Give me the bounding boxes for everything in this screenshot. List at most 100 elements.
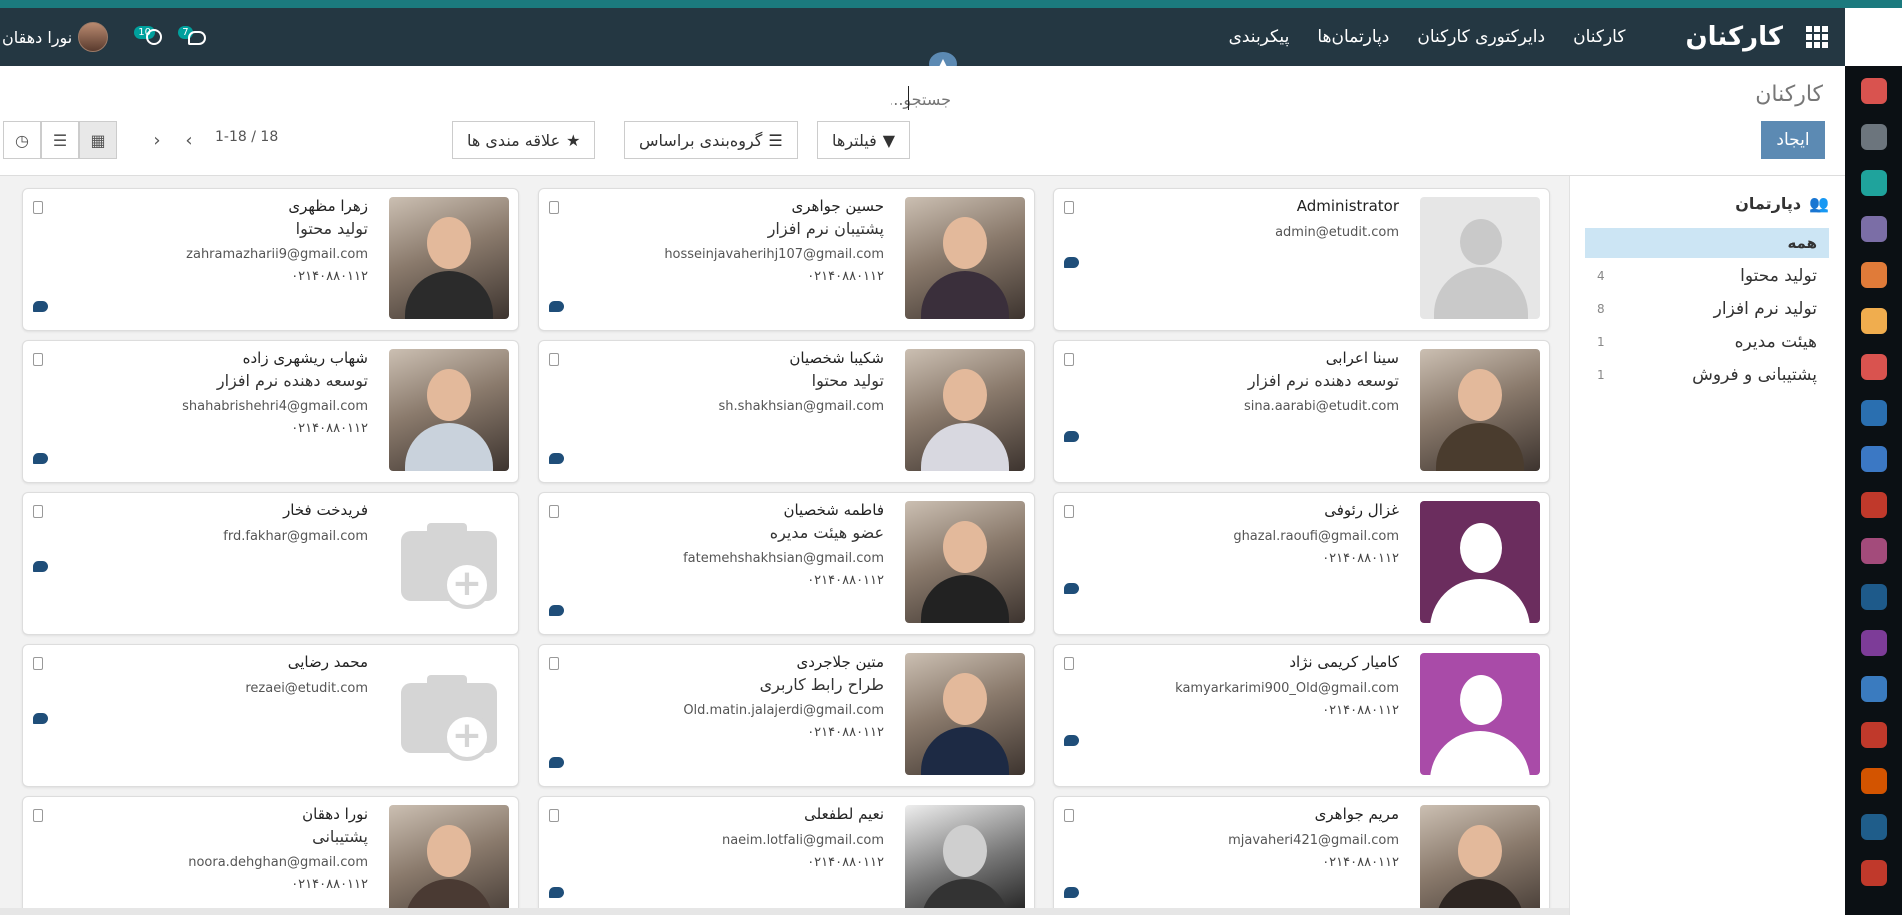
chat-icon[interactable] xyxy=(33,453,48,464)
groupby-button[interactable]: ☰ گروه‌بندی براساس xyxy=(624,121,798,159)
employee-card[interactable]: نورا دهقان پشتیبانی noora.dehghan@gmail.… xyxy=(22,796,519,915)
employee-card[interactable]: فاطمه شخصیان عضو هیئت مدیره fatemehshakh… xyxy=(538,492,1035,635)
menu-employee-directory[interactable]: دایرکتوری کارکنان xyxy=(1417,27,1545,47)
employee-card[interactable]: شکیبا شخصیان تولید محتوا sh.shakhsian@gm… xyxy=(538,340,1035,483)
menu-departments[interactable]: دپارتمان‌ها xyxy=(1317,27,1389,47)
clock-icon: ◷ xyxy=(15,130,29,150)
filters-button[interactable]: ▼ فیلترها xyxy=(817,121,911,159)
calendar-app-icon[interactable] xyxy=(1861,354,1887,380)
employee-card[interactable]: + فریدخت فخار frd.fakhar@gmail.com xyxy=(22,492,519,635)
sales-app-icon[interactable] xyxy=(1861,262,1887,288)
department-item-support-sales[interactable]: پشتیبانی و فروش 1 xyxy=(1585,360,1829,390)
website-app-icon[interactable] xyxy=(1861,308,1887,334)
follow-icon[interactable] xyxy=(549,353,559,366)
department-item-board[interactable]: هیئت مدیره 1 xyxy=(1585,327,1829,357)
menu-employees[interactable]: کارکنان xyxy=(1573,27,1625,47)
activities-menu[interactable]: 10 xyxy=(134,26,163,48)
search-input[interactable] xyxy=(891,84,951,114)
pager[interactable]: 1-18 / 18 xyxy=(215,129,278,145)
crm-app-icon[interactable] xyxy=(1861,216,1887,242)
follow-icon[interactable] xyxy=(1064,505,1074,518)
filters-label: فیلترها xyxy=(832,130,877,150)
employee-card[interactable]: حسین جواهری پشتیبان نرم افزار hosseinjav… xyxy=(538,188,1035,331)
employee-card[interactable]: کامیار کریمی نژاد kamyarkarimi900_Old@gm… xyxy=(1053,644,1550,787)
follow-icon[interactable] xyxy=(549,657,559,670)
chat-icon[interactable] xyxy=(33,561,48,572)
department-item-all[interactable]: همه xyxy=(1585,228,1829,258)
invoicing-app-icon[interactable] xyxy=(1861,768,1887,794)
horizontal-scrollbar[interactable] xyxy=(0,908,1569,915)
follow-icon[interactable] xyxy=(1064,353,1074,366)
pager-previous-button[interactable]: ‹ xyxy=(144,124,170,156)
department-item-content[interactable]: تولید محتوا 4 xyxy=(1585,261,1829,291)
follow-icon[interactable] xyxy=(1064,657,1074,670)
follow-icon[interactable] xyxy=(1064,809,1074,822)
employee-card[interactable]: غزال رئوفی ghazal.raoufi@gmail.com ۰۲۱۴۰… xyxy=(1053,492,1550,635)
pager-range[interactable]: 1-18 xyxy=(215,129,247,145)
employee-job: توسعه دهنده نرم افزار xyxy=(216,371,368,390)
messaging-menu[interactable]: 7 xyxy=(178,26,207,48)
helpdesk-app-icon[interactable] xyxy=(1861,492,1887,518)
chat-icon[interactable] xyxy=(1064,735,1079,746)
documents-app-icon[interactable] xyxy=(1861,446,1887,472)
notes-app-icon[interactable] xyxy=(1861,124,1887,150)
employee-card[interactable]: + محمد رضایی rezaei@etudit.com xyxy=(22,644,519,787)
employee-card[interactable]: Administrator admin@etudit.com xyxy=(1053,188,1550,331)
chat-icon[interactable] xyxy=(33,713,48,724)
avatar[interactable] xyxy=(78,22,109,52)
app-brand[interactable]: کارکنان xyxy=(1685,22,1783,52)
employee-phone: ۰۲۱۴۰۸۸۰۱۱۲ xyxy=(1322,855,1399,870)
department-count: 4 xyxy=(1597,269,1605,283)
follow-icon[interactable] xyxy=(1064,201,1074,214)
activity-view-button[interactable]: ◷ xyxy=(3,121,41,159)
browser-app-icon[interactable] xyxy=(1861,400,1887,426)
employee-card[interactable]: سینا اعرابی توسعه دهنده نرم افزار sina.a… xyxy=(1053,340,1550,483)
list-view-button[interactable]: ☰ xyxy=(41,121,79,159)
inventory-app-icon[interactable] xyxy=(1861,722,1887,748)
employee-email: naeim.lotfali@gmail.com xyxy=(721,833,884,848)
employee-card[interactable]: زهرا مظهری تولید محتوا zahramazharii9@gm… xyxy=(22,188,519,331)
apps-menu-icon[interactable] xyxy=(1789,8,1845,66)
follow-icon[interactable] xyxy=(549,809,559,822)
chat-icon[interactable] xyxy=(549,301,564,312)
timer-app-icon[interactable] xyxy=(1861,860,1887,886)
favorites-button[interactable]: ★ علاقه مندی ها xyxy=(452,121,596,159)
avatar xyxy=(905,501,1025,623)
apps-puzzle-icon[interactable] xyxy=(1861,814,1887,840)
follow-icon[interactable] xyxy=(33,201,43,214)
chat-icon[interactable] xyxy=(1064,583,1079,594)
survey-app-icon[interactable] xyxy=(1861,538,1887,564)
chat-icon[interactable] xyxy=(1064,257,1079,268)
chat-icon[interactable] xyxy=(1064,431,1079,442)
discuss-app-icon[interactable] xyxy=(1861,78,1887,104)
chat-icon[interactable] xyxy=(549,605,564,616)
employee-card[interactable]: نعیم لطفعلی naeim.lotfali@gmail.com ۰۲۱۴… xyxy=(538,796,1035,915)
employee-card[interactable]: مریم جواهری mjavaheri421@gmail.com ۰۲۱۴۰… xyxy=(1053,796,1550,915)
follow-icon[interactable] xyxy=(33,657,43,670)
employee-name: شهاب ریشهری زاده xyxy=(242,349,368,367)
employee-card[interactable]: شهاب ریشهری زاده توسعه دهنده نرم افزار s… xyxy=(22,340,519,483)
chat-icon[interactable] xyxy=(1064,887,1079,898)
employee-card[interactable]: متین جلاجردی طراح رابط کاربری Old.matin.… xyxy=(538,644,1035,787)
department-item-software[interactable]: تولید نرم افزار 8 xyxy=(1585,294,1829,324)
follow-icon[interactable] xyxy=(549,505,559,518)
follow-icon[interactable] xyxy=(33,353,43,366)
chat-icon[interactable] xyxy=(549,757,564,768)
follow-icon[interactable] xyxy=(33,505,43,518)
lock-app-icon[interactable] xyxy=(1861,584,1887,610)
star-icon: ★ xyxy=(566,130,581,150)
contacts-app-icon[interactable] xyxy=(1861,170,1887,196)
spreadsheet-app-icon[interactable] xyxy=(1861,630,1887,656)
pager-next-button[interactable]: › xyxy=(176,124,202,156)
payment-app-icon[interactable] xyxy=(1861,676,1887,702)
user-name[interactable]: نورا دهقان xyxy=(2,28,72,47)
menu-configuration[interactable]: پیکربندی xyxy=(1229,27,1290,47)
department-label: هیئت مدیره xyxy=(1734,332,1817,352)
chat-icon[interactable] xyxy=(549,887,564,898)
chat-icon[interactable] xyxy=(549,453,564,464)
chat-icon[interactable] xyxy=(33,301,48,312)
create-button[interactable]: ایجاد xyxy=(1761,121,1825,159)
kanban-view-button[interactable]: ▦ xyxy=(79,121,117,159)
follow-icon[interactable] xyxy=(33,809,43,822)
follow-icon[interactable] xyxy=(549,201,559,214)
